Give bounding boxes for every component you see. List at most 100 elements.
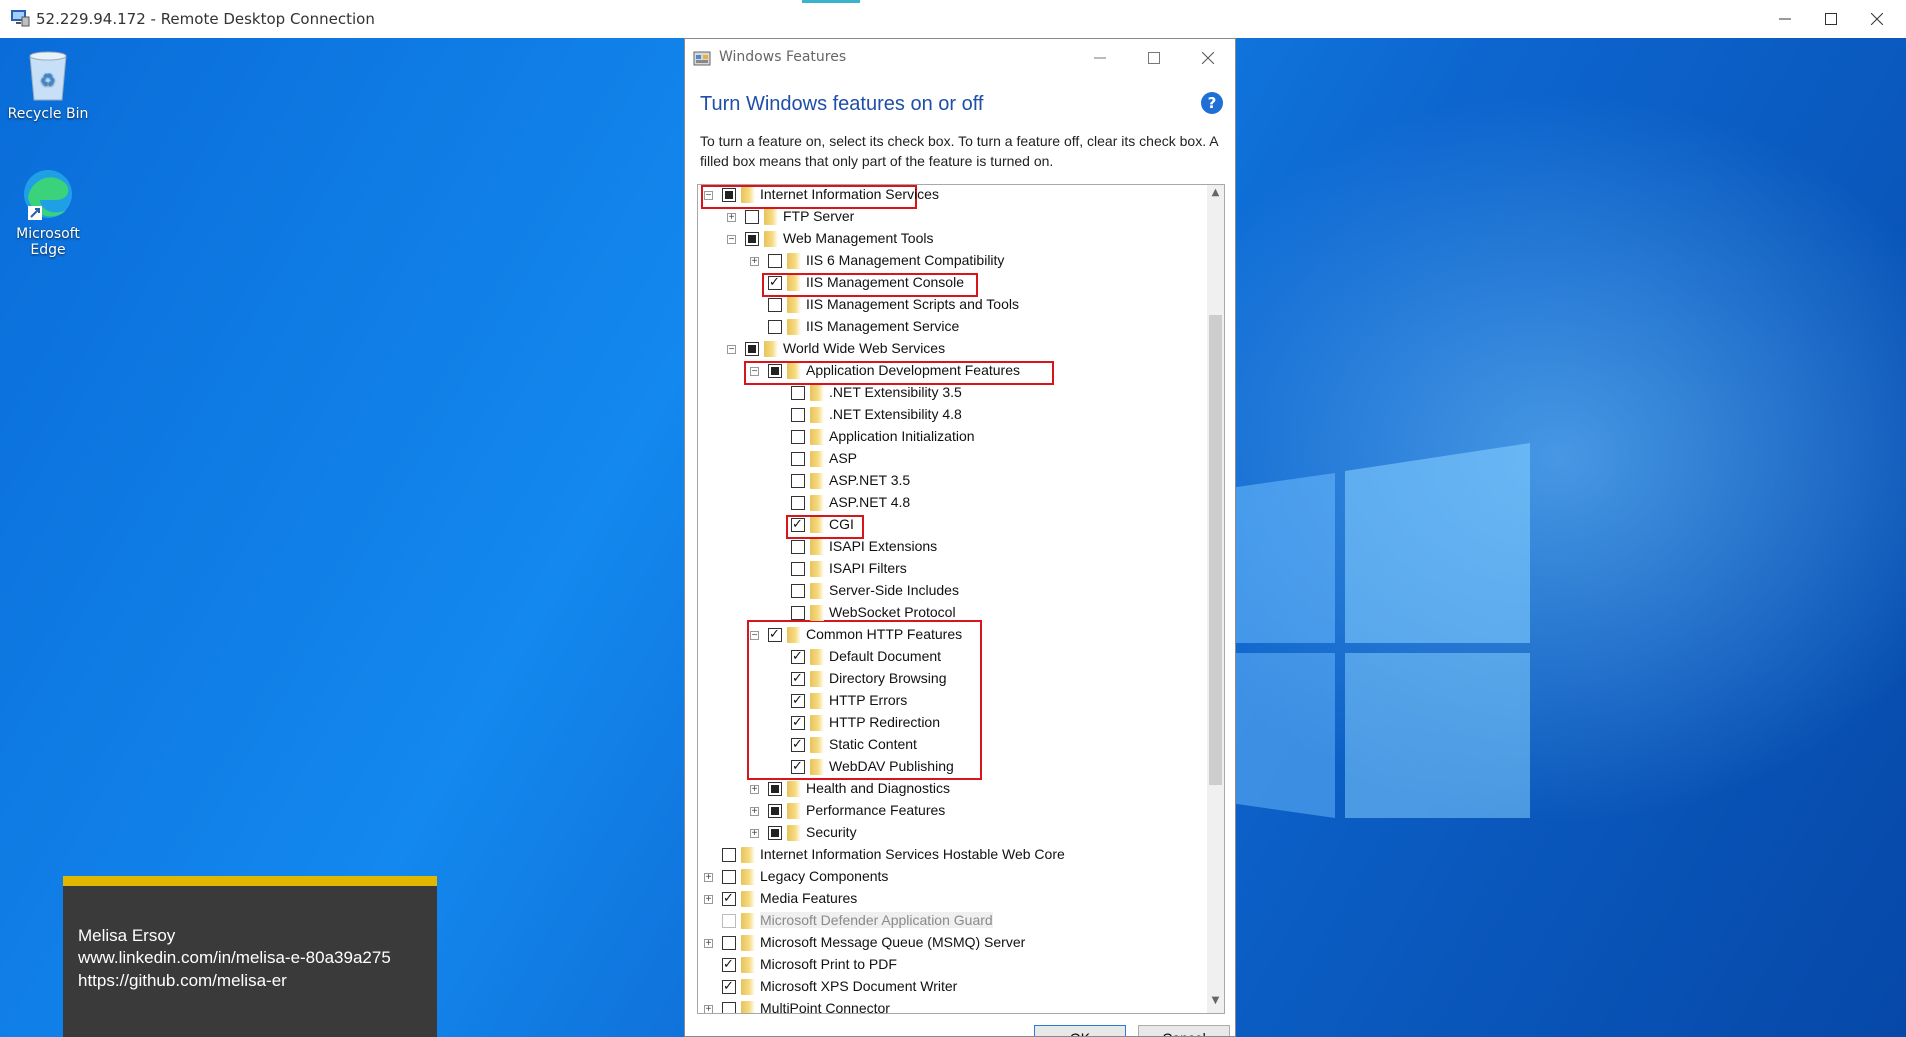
features-tree[interactable]: ▲ ▼ − Internet Information Services + FTP S… — [697, 184, 1225, 1014]
feature-checkbox[interactable] — [745, 342, 759, 356]
feature-row[interactable]: + Performance Features — [698, 801, 1218, 823]
collapse-icon[interactable]: − — [727, 345, 736, 355]
collapse-icon[interactable]: − — [704, 191, 713, 201]
feature-checkbox[interactable] — [722, 978, 736, 994]
feature-row[interactable]: WebDAV Publishing — [698, 757, 1218, 779]
feature-row[interactable]: Server-Side Includes — [698, 581, 1218, 603]
feature-row[interactable]: Internet Information Services Hostable W… — [698, 845, 1218, 867]
collapse-icon[interactable]: − — [750, 367, 759, 377]
feature-row[interactable]: Application Initialization — [698, 427, 1218, 449]
feature-row[interactable]: + Microsoft Message Queue (MSMQ) Server — [698, 933, 1218, 955]
expand-icon[interactable]: + — [704, 873, 713, 883]
expand-icon[interactable]: + — [750, 829, 759, 839]
expand-icon[interactable]: + — [750, 785, 759, 795]
feature-row[interactable]: − Common HTTP Features — [698, 625, 1218, 647]
feature-checkbox[interactable] — [768, 298, 782, 312]
feature-row[interactable]: ASP.NET 4.8 — [698, 493, 1218, 515]
feature-checkbox[interactable] — [722, 936, 736, 950]
feature-row[interactable]: Microsoft Print to PDF — [698, 955, 1218, 977]
feature-checkbox[interactable] — [768, 826, 782, 840]
feature-row[interactable]: + FTP Server — [698, 207, 1218, 229]
feature-checkbox[interactable] — [791, 452, 805, 466]
cancel-button[interactable]: Cancel — [1138, 1025, 1230, 1036]
expand-icon[interactable]: + — [704, 1005, 713, 1013]
dialog-maximize-button[interactable] — [1131, 43, 1177, 73]
feature-checkbox[interactable] — [791, 584, 805, 598]
maximize-button[interactable] — [1808, 0, 1854, 38]
feature-checkbox[interactable] — [768, 626, 782, 642]
feature-row[interactable]: HTTP Errors — [698, 691, 1218, 713]
feature-checkbox[interactable] — [791, 474, 805, 488]
feature-row[interactable]: IIS Management Console — [698, 273, 1218, 295]
feature-checkbox[interactable] — [791, 606, 805, 620]
feature-checkbox[interactable] — [722, 848, 736, 862]
feature-checkbox[interactable] — [791, 408, 805, 422]
feature-row[interactable]: IIS Management Scripts and Tools — [698, 295, 1218, 317]
feature-checkbox[interactable] — [768, 364, 782, 378]
feature-row[interactable]: + Health and Diagnostics — [698, 779, 1218, 801]
collapse-icon[interactable]: − — [750, 631, 759, 641]
feature-row[interactable]: Microsoft Defender Application Guard — [698, 911, 1218, 933]
feature-checkbox[interactable] — [791, 670, 805, 686]
feature-checkbox[interactable] — [791, 758, 805, 774]
feature-checkbox[interactable] — [768, 804, 782, 818]
feature-row[interactable]: + IIS 6 Management Compatibility — [698, 251, 1218, 273]
feature-checkbox[interactable] — [791, 692, 805, 708]
close-button[interactable] — [1854, 0, 1900, 38]
help-icon[interactable]: ? — [1201, 92, 1223, 114]
feature-checkbox[interactable] — [768, 254, 782, 268]
feature-row[interactable]: ASP.NET 3.5 — [698, 471, 1218, 493]
feature-row[interactable]: HTTP Redirection — [698, 713, 1218, 735]
feature-row[interactable]: .NET Extensibility 3.5 — [698, 383, 1218, 405]
dialog-minimize-button[interactable] — [1077, 43, 1123, 73]
feature-row[interactable]: ISAPI Extensions — [698, 537, 1218, 559]
desktop-icon-edge[interactable]: Microsoft Edge — [2, 166, 94, 258]
feature-row[interactable]: ISAPI Filters — [698, 559, 1218, 581]
feature-row[interactable]: ASP — [698, 449, 1218, 471]
feature-checkbox[interactable] — [791, 562, 805, 576]
collapse-icon[interactable]: − — [727, 235, 736, 245]
feature-checkbox[interactable] — [791, 540, 805, 554]
feature-row[interactable]: + Security — [698, 823, 1218, 845]
feature-row[interactable]: Microsoft XPS Document Writer — [698, 977, 1218, 999]
feature-checkbox[interactable] — [722, 870, 736, 884]
feature-row[interactable]: + Media Features — [698, 889, 1218, 911]
feature-checkbox[interactable] — [791, 386, 805, 400]
expand-icon[interactable]: + — [704, 895, 713, 905]
feature-checkbox[interactable] — [722, 956, 736, 972]
feature-checkbox[interactable] — [791, 430, 805, 444]
feature-row[interactable]: − Internet Information Services — [698, 185, 1218, 207]
dialog-close-button[interactable] — [1185, 43, 1231, 73]
feature-row[interactable]: Static Content — [698, 735, 1218, 757]
expand-icon[interactable]: + — [727, 213, 736, 223]
feature-checkbox[interactable] — [745, 232, 759, 246]
feature-checkbox[interactable] — [791, 736, 805, 752]
feature-checkbox[interactable] — [791, 516, 805, 532]
feature-row[interactable]: WebSocket Protocol — [698, 603, 1218, 625]
minimize-button[interactable] — [1762, 0, 1808, 38]
feature-checkbox[interactable] — [768, 782, 782, 796]
feature-checkbox[interactable] — [722, 914, 736, 928]
desktop-icon-recycle-bin[interactable]: ♻ Recycle Bin — [2, 46, 94, 122]
feature-row[interactable]: + Legacy Components — [698, 867, 1218, 889]
ok-button[interactable]: OK — [1034, 1025, 1126, 1036]
feature-row[interactable]: Default Document — [698, 647, 1218, 669]
feature-row[interactable]: − Application Development Features — [698, 361, 1218, 383]
feature-checkbox[interactable] — [791, 714, 805, 730]
expand-icon[interactable]: + — [750, 807, 759, 817]
feature-row[interactable]: − Web Management Tools — [698, 229, 1218, 251]
expand-icon[interactable]: + — [704, 939, 713, 949]
feature-row[interactable]: Directory Browsing — [698, 669, 1218, 691]
feature-row[interactable]: IIS Management Service — [698, 317, 1218, 339]
feature-row[interactable]: .NET Extensibility 4.8 — [698, 405, 1218, 427]
feature-checkbox[interactable] — [722, 890, 736, 906]
feature-checkbox[interactable] — [791, 648, 805, 664]
expand-icon[interactable]: + — [750, 257, 759, 267]
feature-checkbox[interactable] — [722, 188, 736, 202]
feature-row[interactable]: − World Wide Web Services — [698, 339, 1218, 361]
feature-checkbox[interactable] — [722, 1002, 736, 1013]
feature-row[interactable]: + MultiPoint Connector — [698, 999, 1218, 1013]
feature-checkbox[interactable] — [745, 210, 759, 224]
feature-checkbox[interactable] — [768, 274, 782, 290]
feature-checkbox[interactable] — [768, 320, 782, 334]
